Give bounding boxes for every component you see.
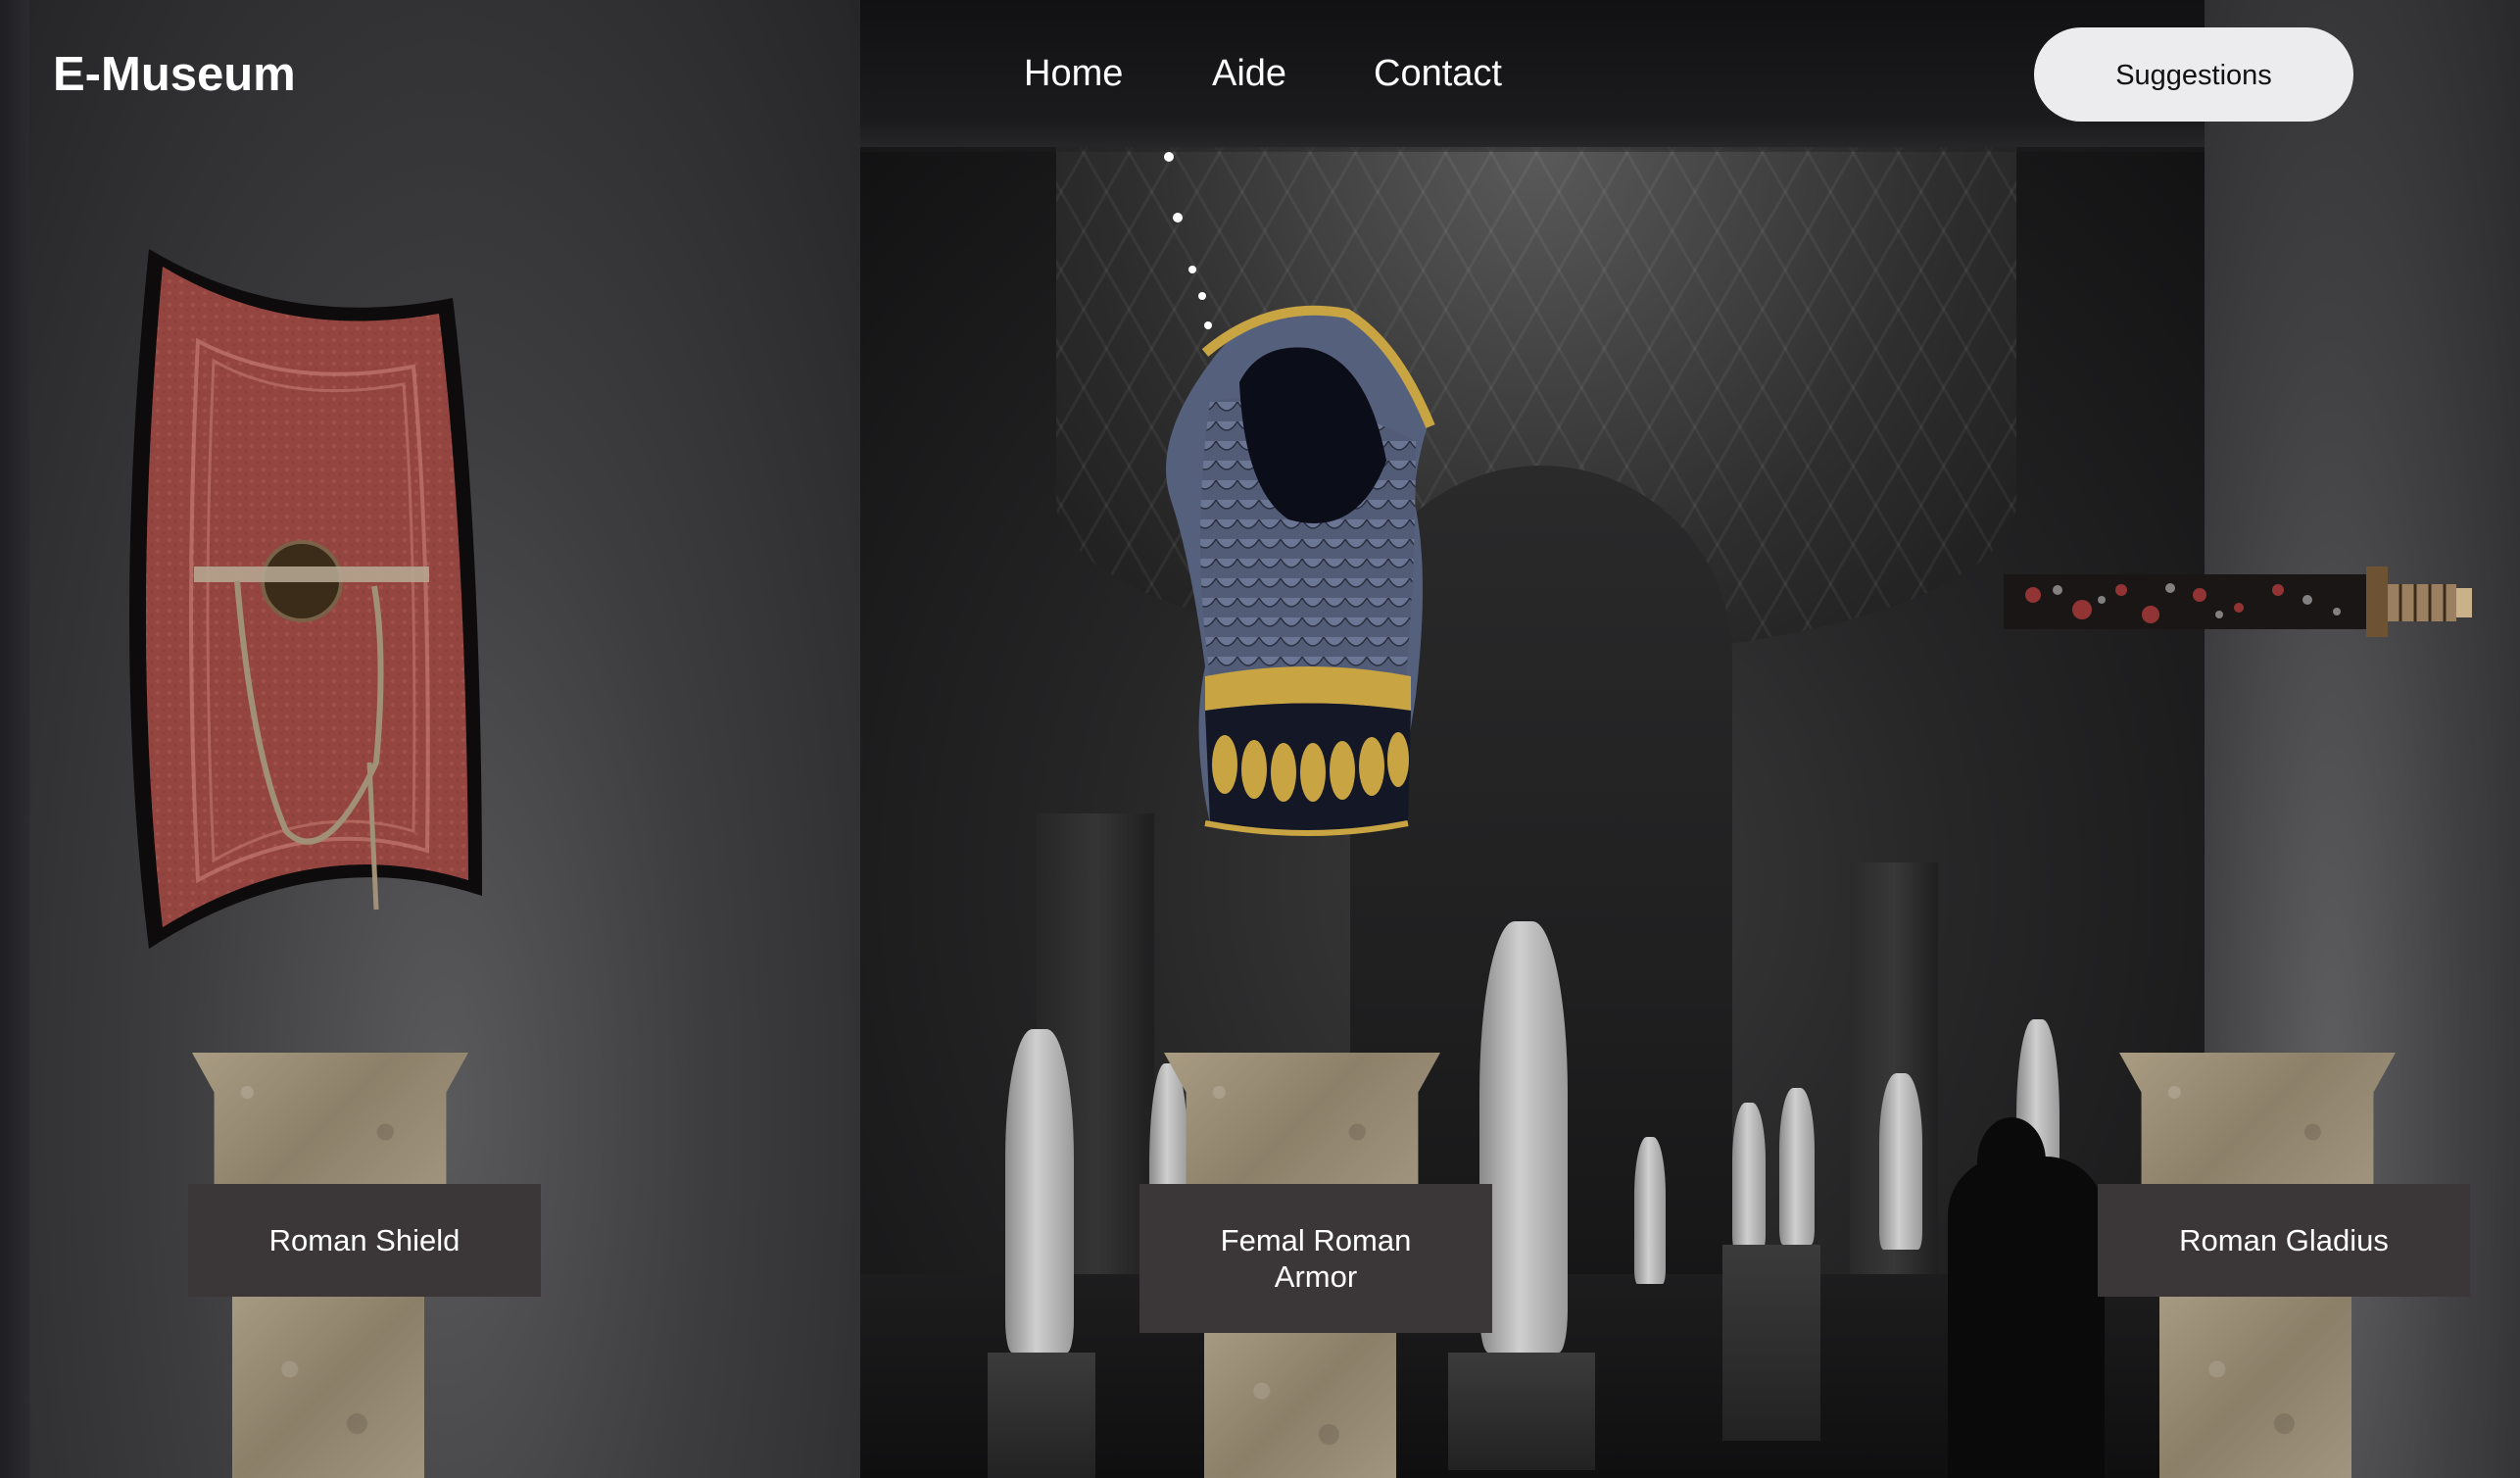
nav-contact-link[interactable]: Contact — [1374, 53, 1502, 95]
gallery-statue — [1634, 1137, 1666, 1284]
exhibit-label-femal-roman-armor[interactable]: Femal Roman Armor — [1139, 1184, 1492, 1333]
pedestal-cap — [192, 1053, 468, 1185]
visitor-silhouette — [1948, 1157, 2105, 1478]
suggestions-button[interactable]: Suggestions — [2034, 27, 2353, 122]
armor-icon[interactable] — [1151, 147, 1445, 843]
pedestal-column — [1204, 1333, 1396, 1478]
gallery-backdrop-image — [860, 147, 2205, 1478]
exhibit-label-roman-shield[interactable]: Roman Shield — [188, 1184, 541, 1297]
statue-base — [1448, 1353, 1595, 1470]
exhibit-label-text: Femal Roman Armor — [1220, 1223, 1412, 1294]
pedestal-column — [2159, 1297, 2351, 1478]
gallery-statue — [1479, 921, 1568, 1353]
nav-home-link[interactable]: Home — [1024, 53, 1123, 95]
visitor-head — [1977, 1117, 2046, 1206]
nav-aide-link[interactable]: Aide — [1212, 53, 1286, 95]
pedestal-cap — [2119, 1053, 2396, 1185]
gallery-statue — [1779, 1088, 1815, 1245]
statue-base — [1722, 1245, 1820, 1441]
shield-icon[interactable] — [120, 243, 488, 949]
gallery-statue — [1879, 1073, 1922, 1250]
gallery-statue — [1732, 1103, 1766, 1250]
top-nav: E-Museum Home Aide Contact Suggestions — [0, 0, 2520, 152]
gallery-statue — [1005, 1029, 1074, 1353]
museum-page: E-Museum Home Aide Contact Suggestions R… — [0, 0, 2520, 1478]
statue-base — [988, 1353, 1095, 1478]
pedestal-cap — [1164, 1053, 1440, 1185]
brand-logo[interactable]: E-Museum — [53, 47, 296, 102]
sword-icon[interactable] — [2004, 561, 2474, 639]
pedestal-column — [232, 1297, 424, 1478]
exhibit-label-roman-gladius[interactable]: Roman Gladius — [2098, 1184, 2470, 1297]
page-edge — [0, 0, 31, 1478]
